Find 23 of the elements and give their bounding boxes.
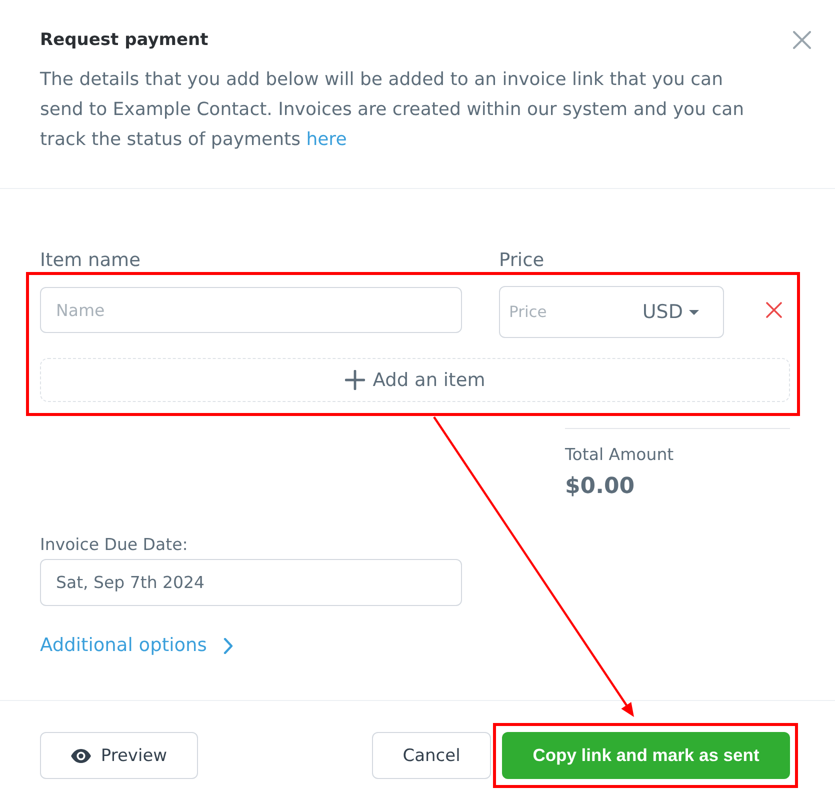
price-input[interactable]: Price	[500, 287, 642, 337]
copy-link-button[interactable]: Copy link and mark as sent	[502, 732, 790, 779]
currency-dropdown[interactable]: USD	[642, 301, 723, 323]
payments-link[interactable]: here	[306, 129, 347, 150]
description-text: The details that you add below will be added to an invoice link that you can send to Example Contact. Invoices are created within our system and you can track the status of payments here	[40, 68, 746, 152]
price-field[interactable]: Price USD	[499, 286, 724, 338]
eye-icon	[70, 748, 91, 762]
preview-button[interactable]: Preview	[40, 732, 198, 779]
dialog-title: Request payment	[40, 29, 208, 51]
caret-icon	[689, 310, 699, 314]
plus-icon	[344, 370, 365, 390]
cancel-button[interactable]: Cancel	[372, 732, 491, 779]
total-label: Total Amount	[565, 444, 674, 466]
due-date-label: Invoice Due Date:	[40, 535, 188, 555]
additional-options-link[interactable]: Additional options	[40, 634, 233, 658]
cross-icon[interactable]	[766, 302, 782, 318]
column-label: Price	[499, 250, 544, 271]
add-item-button[interactable]: Add an item	[40, 358, 790, 402]
column-label: Item name	[40, 250, 140, 271]
total-value: $0.00	[565, 473, 635, 501]
close-icon[interactable]	[793, 31, 811, 49]
due-date-input[interactable]: Sat, Sep 7th 2024	[40, 559, 462, 606]
item-name-input[interactable]: Name	[40, 287, 462, 333]
